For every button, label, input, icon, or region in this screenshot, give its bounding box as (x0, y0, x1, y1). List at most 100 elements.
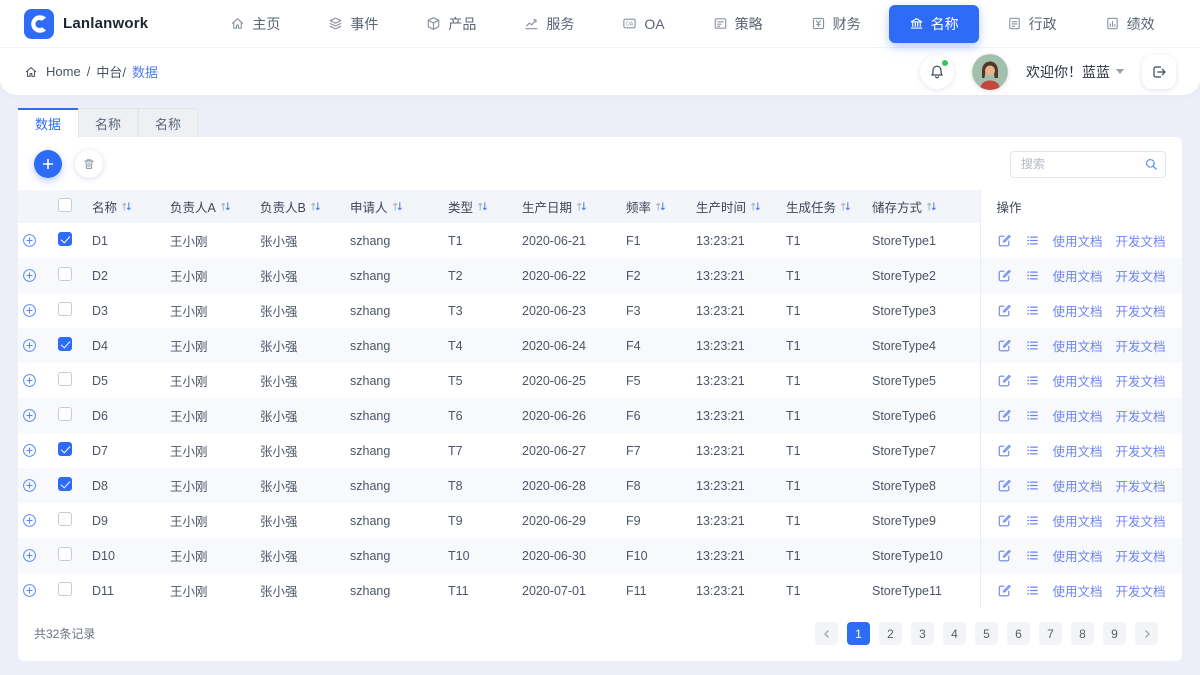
row-checkbox[interactable] (58, 442, 72, 456)
sort-icon[interactable] (576, 201, 587, 212)
nav-item-service[interactable]: 服务 (504, 5, 594, 43)
expand-row-icon[interactable] (22, 443, 37, 458)
tab-1[interactable]: 名称 (78, 108, 138, 137)
list-icon[interactable] (1025, 443, 1040, 458)
usage-doc-link[interactable]: 使用文档 (1053, 336, 1103, 355)
expand-row-icon[interactable] (22, 373, 37, 388)
select-all-checkbox[interactable] (58, 198, 72, 212)
sort-icon[interactable] (926, 201, 937, 212)
list-icon[interactable] (1025, 373, 1040, 388)
edit-icon[interactable] (997, 303, 1012, 318)
tab-0[interactable]: 数据 (18, 108, 78, 137)
dev-doc-link[interactable]: 开发文档 (1116, 546, 1166, 565)
usage-doc-link[interactable]: 使用文档 (1053, 476, 1103, 495)
sort-icon[interactable] (477, 201, 488, 212)
expand-row-icon[interactable] (22, 338, 37, 353)
edit-icon[interactable] (997, 478, 1012, 493)
list-icon[interactable] (1025, 583, 1040, 598)
expand-row-icon[interactable] (22, 583, 37, 598)
list-icon[interactable] (1025, 478, 1040, 493)
dev-doc-link[interactable]: 开发文档 (1116, 336, 1166, 355)
edit-icon[interactable] (997, 373, 1012, 388)
usage-doc-link[interactable]: 使用文档 (1053, 301, 1103, 320)
nav-item-home[interactable]: 主页 (210, 5, 300, 43)
page-button-7[interactable]: 7 (1039, 622, 1062, 645)
usage-doc-link[interactable]: 使用文档 (1053, 231, 1103, 250)
list-icon[interactable] (1025, 338, 1040, 353)
nav-item-oa[interactable]: OA OA (602, 7, 684, 41)
expand-row-icon[interactable] (22, 303, 37, 318)
list-icon[interactable] (1025, 303, 1040, 318)
sort-icon[interactable] (310, 201, 321, 212)
dev-doc-link[interactable]: 开发文档 (1116, 371, 1166, 390)
edit-icon[interactable] (997, 513, 1012, 528)
list-icon[interactable] (1025, 408, 1040, 423)
sort-icon[interactable] (750, 201, 761, 212)
usage-doc-link[interactable]: 使用文档 (1053, 546, 1103, 565)
row-checkbox[interactable] (58, 372, 72, 386)
page-button-3[interactable]: 3 (911, 622, 934, 645)
prev-page-button[interactable] (815, 622, 838, 645)
tab-2[interactable]: 名称 (138, 108, 198, 137)
row-checkbox[interactable] (58, 337, 72, 351)
list-icon[interactable] (1025, 513, 1040, 528)
edit-icon[interactable] (997, 233, 1012, 248)
page-button-6[interactable]: 6 (1007, 622, 1030, 645)
notifications-button[interactable] (920, 54, 954, 89)
brand[interactable]: Lanlanwork (24, 8, 148, 39)
edit-icon[interactable] (997, 338, 1012, 353)
crumb-section[interactable]: 中台/ (96, 62, 126, 81)
dev-doc-link[interactable]: 开发文档 (1116, 231, 1166, 250)
nav-item-performance[interactable]: 绩效 (1085, 5, 1175, 43)
dev-doc-link[interactable]: 开发文档 (1116, 301, 1166, 320)
search-icon[interactable] (1144, 157, 1159, 172)
row-checkbox[interactable] (58, 512, 72, 526)
nav-item-bank[interactable]: 名称 (888, 4, 979, 43)
add-button[interactable] (34, 150, 62, 178)
dev-doc-link[interactable]: 开发文档 (1116, 266, 1166, 285)
list-icon[interactable] (1025, 268, 1040, 283)
sort-icon[interactable] (121, 201, 132, 212)
crumb-home[interactable]: Home (46, 64, 81, 79)
usage-doc-link[interactable]: 使用文档 (1053, 441, 1103, 460)
usage-doc-link[interactable]: 使用文档 (1053, 266, 1103, 285)
list-icon[interactable] (1025, 548, 1040, 563)
expand-row-icon[interactable] (22, 408, 37, 423)
edit-icon[interactable] (997, 583, 1012, 598)
page-button-1[interactable]: 1 (847, 622, 870, 645)
expand-row-icon[interactable] (22, 268, 37, 283)
row-checkbox[interactable] (58, 302, 72, 316)
delete-button[interactable] (75, 150, 103, 178)
usage-doc-link[interactable]: 使用文档 (1053, 406, 1103, 425)
nav-item-admin[interactable]: 行政 (987, 5, 1077, 43)
dev-doc-link[interactable]: 开发文档 (1116, 406, 1166, 425)
row-checkbox[interactable] (58, 477, 72, 491)
sort-icon[interactable] (655, 201, 666, 212)
page-button-2[interactable]: 2 (879, 622, 902, 645)
welcome-menu[interactable]: 欢迎你！蓝蓝 (1026, 62, 1124, 82)
expand-row-icon[interactable] (22, 233, 37, 248)
page-button-4[interactable]: 4 (943, 622, 966, 645)
edit-icon[interactable] (997, 443, 1012, 458)
sort-icon[interactable] (840, 201, 851, 212)
usage-doc-link[interactable]: 使用文档 (1053, 371, 1103, 390)
nav-item-event[interactable]: 事件 (308, 5, 398, 43)
row-checkbox[interactable] (58, 407, 72, 421)
expand-row-icon[interactable] (22, 548, 37, 563)
logout-button[interactable] (1142, 54, 1176, 89)
page-button-5[interactable]: 5 (975, 622, 998, 645)
expand-row-icon[interactable] (22, 513, 37, 528)
nav-item-finance[interactable]: 财务 (791, 5, 881, 43)
sort-icon[interactable] (392, 201, 403, 212)
next-page-button[interactable] (1135, 622, 1158, 645)
edit-icon[interactable] (997, 408, 1012, 423)
dev-doc-link[interactable]: 开发文档 (1116, 476, 1166, 495)
expand-row-icon[interactable] (22, 478, 37, 493)
avatar[interactable] (972, 53, 1008, 90)
page-button-8[interactable]: 8 (1071, 622, 1094, 645)
nav-item-strategy[interactable]: 策略 (693, 5, 783, 43)
row-checkbox[interactable] (58, 547, 72, 561)
edit-icon[interactable] (997, 548, 1012, 563)
row-checkbox[interactable] (58, 232, 72, 246)
nav-item-product[interactable]: 产品 (406, 5, 496, 43)
